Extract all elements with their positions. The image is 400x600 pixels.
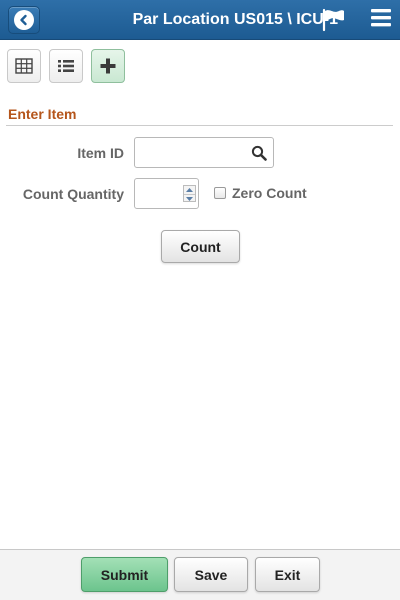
section-title: Enter Item [8,106,77,122]
save-button[interactable]: Save [174,557,248,592]
flag-icon[interactable] [320,8,346,32]
list-view-button[interactable] [49,49,83,83]
grid-view-icon [15,58,33,74]
section-divider [6,125,393,126]
count-quantity-field[interactable] [134,178,199,209]
item-id-field[interactable] [134,137,274,168]
header-bar: Par Location US015 \ ICU-1 [0,0,400,40]
list-view-icon [58,60,74,72]
search-icon[interactable] [251,145,267,161]
count-quantity-label: Count Quantity [22,186,124,202]
add-icon [100,58,116,74]
hamburger-menu-icon[interactable] [371,9,391,27]
submit-button[interactable]: Submit [81,557,168,592]
exit-button[interactable]: Exit [255,557,320,592]
back-button[interactable] [8,6,40,34]
stepper-down-icon[interactable] [184,194,195,202]
grid-view-button[interactable] [7,49,41,83]
item-id-label: Item ID [77,145,124,161]
zero-count-checkbox[interactable] [214,187,226,199]
zero-count-label: Zero Count [232,185,307,201]
quantity-stepper[interactable] [183,185,196,202]
count-button[interactable]: Count [161,230,240,263]
back-arrow-icon [14,10,34,30]
add-item-button[interactable] [91,49,125,83]
stepper-up-icon[interactable] [184,186,195,194]
page-title: Par Location US015 \ ICU-1 [132,11,338,28]
